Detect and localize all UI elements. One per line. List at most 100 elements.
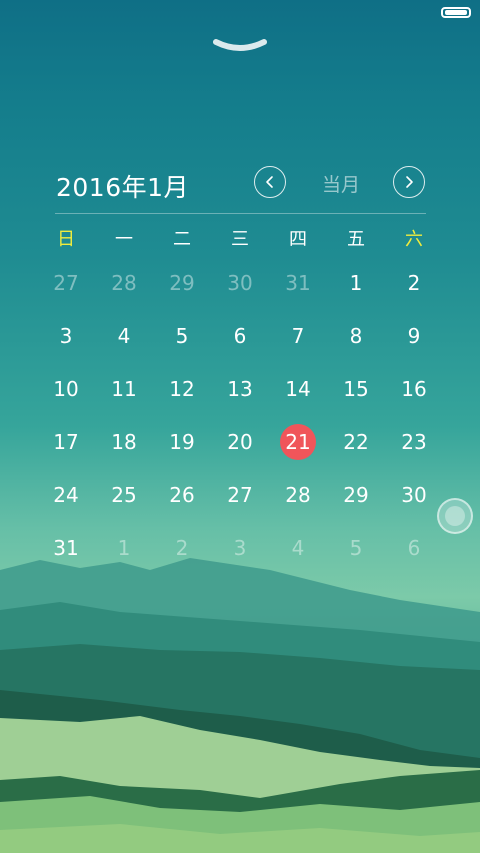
weekday-header: 四 [289, 229, 307, 250]
header-divider [55, 213, 426, 214]
day-number: 5 [349, 535, 363, 560]
day-cell[interactable]: 25 [95, 468, 153, 521]
weekday-header: 一 [115, 229, 133, 250]
day-cell[interactable]: 2 [153, 521, 211, 574]
day-cell[interactable]: 12 [153, 362, 211, 415]
day-cell-today[interactable]: 21 [269, 415, 327, 468]
day-number: 18 [111, 429, 137, 454]
day-cell[interactable]: 27 [37, 256, 95, 309]
day-cell[interactable]: 30 [211, 256, 269, 309]
day-cell[interactable]: 27 [211, 468, 269, 521]
day-cell[interactable]: 17 [37, 415, 95, 468]
day-cell[interactable]: 19 [153, 415, 211, 468]
day-number: 24 [53, 482, 79, 507]
day-cell[interactable]: 8 [327, 309, 385, 362]
day-cell[interactable]: 2 [385, 256, 443, 309]
day-number: 23 [401, 429, 427, 454]
day-cell[interactable]: 3 [211, 521, 269, 574]
weekday-header: 五 [347, 229, 365, 250]
day-cell[interactable]: 10 [37, 362, 95, 415]
previous-month-button[interactable] [254, 166, 286, 198]
day-number: 5 [175, 323, 189, 348]
chevron-left-icon [266, 176, 273, 188]
battery-icon [441, 7, 471, 18]
weekday-header: 六 [405, 229, 423, 250]
day-number: 7 [291, 323, 305, 348]
day-cell[interactable]: 7 [269, 309, 327, 362]
day-cell[interactable]: 6 [385, 521, 443, 574]
day-number: 31 [53, 535, 79, 560]
day-number: 19 [169, 429, 195, 454]
day-cell[interactable]: 31 [37, 521, 95, 574]
day-cell[interactable]: 28 [269, 468, 327, 521]
day-number: 31 [285, 270, 311, 295]
day-number: 13 [227, 376, 253, 401]
day-number: 17 [53, 429, 79, 454]
landscape-wallpaper [0, 558, 480, 853]
day-cell[interactable]: 15 [327, 362, 385, 415]
day-number: 26 [169, 482, 195, 507]
day-number: 29 [343, 482, 369, 507]
day-cell[interactable]: 4 [269, 521, 327, 574]
day-cell[interactable]: 1 [95, 521, 153, 574]
day-cell[interactable]: 18 [95, 415, 153, 468]
day-cell[interactable]: 9 [385, 309, 443, 362]
day-number: 16 [401, 376, 427, 401]
day-number: 2 [407, 270, 421, 295]
day-cell[interactable]: 11 [95, 362, 153, 415]
weekday-header: 二 [173, 229, 191, 250]
day-cell[interactable]: 28 [95, 256, 153, 309]
day-number: 15 [343, 376, 369, 401]
day-number: 22 [343, 429, 369, 454]
day-cell[interactable]: 5 [153, 309, 211, 362]
day-number: 1 [349, 270, 363, 295]
pull-down-handle-icon[interactable] [212, 36, 268, 56]
day-number: 28 [111, 270, 137, 295]
day-number: 27 [53, 270, 79, 295]
day-cell[interactable]: 14 [269, 362, 327, 415]
day-number: 1 [117, 535, 131, 560]
day-cell[interactable]: 4 [95, 309, 153, 362]
current-month-button[interactable]: 当月 [322, 170, 360, 197]
next-month-button[interactable] [393, 166, 425, 198]
day-cell[interactable]: 1 [327, 256, 385, 309]
weekday-header: 日 [57, 229, 75, 250]
month-title: 2016年1月 [56, 173, 190, 202]
day-number: 3 [233, 535, 247, 560]
day-number: 4 [117, 323, 131, 348]
day-cell[interactable]: 5 [327, 521, 385, 574]
day-number: 30 [401, 482, 427, 507]
day-number: 6 [407, 535, 421, 560]
day-cell[interactable]: 20 [211, 415, 269, 468]
day-number: 12 [169, 376, 195, 401]
day-number: 10 [53, 376, 79, 401]
weekday-header: 三 [231, 229, 249, 250]
day-number: 27 [227, 482, 253, 507]
day-cell[interactable]: 29 [327, 468, 385, 521]
day-cell[interactable]: 22 [327, 415, 385, 468]
day-number: 30 [227, 270, 253, 295]
calendar-grid: 日一二三四五六 27 28 29 30 31 1 2 3 4 5 6 7 8 9 10 11 12 13 14 15 16… [37, 220, 443, 574]
day-number: 21 [280, 423, 316, 460]
day-cell[interactable]: 24 [37, 468, 95, 521]
day-number: 25 [111, 482, 137, 507]
day-cell[interactable]: 30 [385, 468, 443, 521]
day-number: 11 [111, 376, 137, 401]
day-cell[interactable]: 6 [211, 309, 269, 362]
day-number: 4 [291, 535, 305, 560]
day-number: 9 [407, 323, 421, 348]
day-number: 29 [169, 270, 195, 295]
day-cell[interactable]: 31 [269, 256, 327, 309]
day-number: 6 [233, 323, 247, 348]
day-cell[interactable]: 23 [385, 415, 443, 468]
day-number: 3 [59, 323, 73, 348]
day-cell[interactable]: 16 [385, 362, 443, 415]
floating-ball-button[interactable] [437, 498, 473, 534]
day-number: 8 [349, 323, 363, 348]
day-cell[interactable]: 3 [37, 309, 95, 362]
day-number: 28 [285, 482, 311, 507]
day-cell[interactable]: 29 [153, 256, 211, 309]
day-cell[interactable]: 26 [153, 468, 211, 521]
day-cell[interactable]: 13 [211, 362, 269, 415]
day-number: 14 [285, 376, 311, 401]
